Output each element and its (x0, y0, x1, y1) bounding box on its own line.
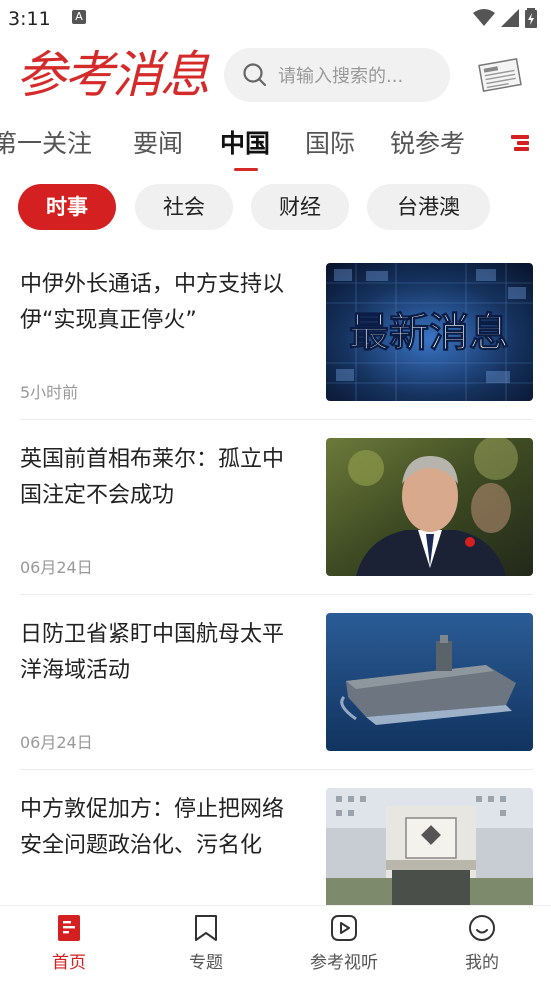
nav-topics[interactable]: 专题 (151, 914, 261, 973)
notification-icon: A (72, 10, 86, 24)
status-time: 3:11 (8, 8, 51, 30)
wifi-icon (473, 9, 495, 26)
news-title: 英国前首相布莱尔：孤立中国注定不会成功 (20, 447, 285, 508)
newspaper-icon[interactable] (477, 58, 523, 92)
chip-current-affairs[interactable]: 时事 (18, 184, 116, 230)
news-item[interactable]: 英国前首相布莱尔：孤立中国注定不会成功 06月24日 (0, 438, 551, 613)
nav-profile[interactable]: 我的 (427, 914, 537, 973)
divider (20, 594, 533, 595)
aircraft-carrier-photo (326, 613, 533, 751)
breaking-news-image: 最新消息 (326, 263, 533, 401)
news-date: 06月24日 (20, 558, 93, 577)
app-logo: 参考消息 (16, 46, 210, 104)
person-photo (326, 438, 533, 576)
divider (20, 419, 533, 420)
nav-profile-label: 我的 (465, 953, 499, 973)
news-title: 日防卫省紧盯中国航母太平洋海域活动 (20, 622, 285, 683)
search-icon (243, 63, 267, 87)
news-item[interactable]: 日防卫省紧盯中国航母太平洋海域活动 06月24日 (0, 613, 551, 788)
bookmark-icon (195, 915, 217, 941)
tab-china[interactable]: 中国 (220, 124, 270, 160)
channel-menu-icon[interactable] (511, 134, 529, 152)
battery-icon (525, 8, 537, 28)
news-item[interactable]: 中伊外长通话，中方支持以伊“实现真正停火” 5小时前 最新消息 (0, 263, 551, 438)
active-tab-indicator (234, 168, 258, 171)
subcategory-chips: 时事 社会 财经 台港澳 (0, 184, 551, 232)
tab-international[interactable]: 国际 (305, 124, 355, 160)
news-title: 中方敦促加方：停止把网络安全问题政治化、污名化 (20, 797, 285, 858)
smiley-profile-icon (469, 915, 495, 941)
news-date: 5小时前 (20, 383, 79, 402)
chip-society[interactable]: 社会 (135, 184, 233, 230)
nav-home[interactable]: 首页 (14, 914, 124, 973)
news-thumbnail (326, 788, 533, 905)
tab-rui-reference[interactable]: 锐参考 (390, 124, 465, 160)
home-icon (58, 915, 80, 941)
status-icons (473, 8, 537, 28)
news-date: 06月24日 (20, 733, 93, 752)
news-title: 中伊外长通话，中方支持以伊“实现真正停火” (20, 272, 285, 333)
nav-home-label: 首页 (52, 953, 86, 973)
channel-tabs: 第一关注 要闻 中国 国际 锐参考 (0, 116, 551, 172)
nav-video-label: 参考视听 (310, 953, 378, 973)
building-photo (326, 788, 533, 905)
breaking-news-text: 最新消息 (349, 310, 509, 356)
tab-first-focus[interactable]: 第一关注 (0, 124, 92, 160)
play-video-icon (331, 915, 357, 941)
tab-headlines[interactable]: 要闻 (133, 124, 183, 160)
status-bar: 3:11 A (0, 0, 551, 36)
news-thumbnail (326, 613, 533, 751)
app-header: 参考消息 请输入搜索的... (0, 44, 551, 108)
chip-finance[interactable]: 财经 (251, 184, 349, 230)
divider (20, 769, 533, 770)
nav-video[interactable]: 参考视听 (289, 914, 399, 973)
signal-icon (501, 9, 519, 27)
search-placeholder: 请输入搜索的... (278, 66, 404, 87)
nav-topics-label: 专题 (189, 953, 223, 973)
chip-hk-macau-taiwan[interactable]: 台港澳 (367, 184, 490, 230)
bottom-navigation: 首页 专题 参考视听 我的 (0, 905, 551, 982)
news-thumbnail: 最新消息 (326, 263, 533, 401)
search-bar[interactable]: 请输入搜索的... (224, 48, 450, 102)
news-thumbnail (326, 438, 533, 576)
